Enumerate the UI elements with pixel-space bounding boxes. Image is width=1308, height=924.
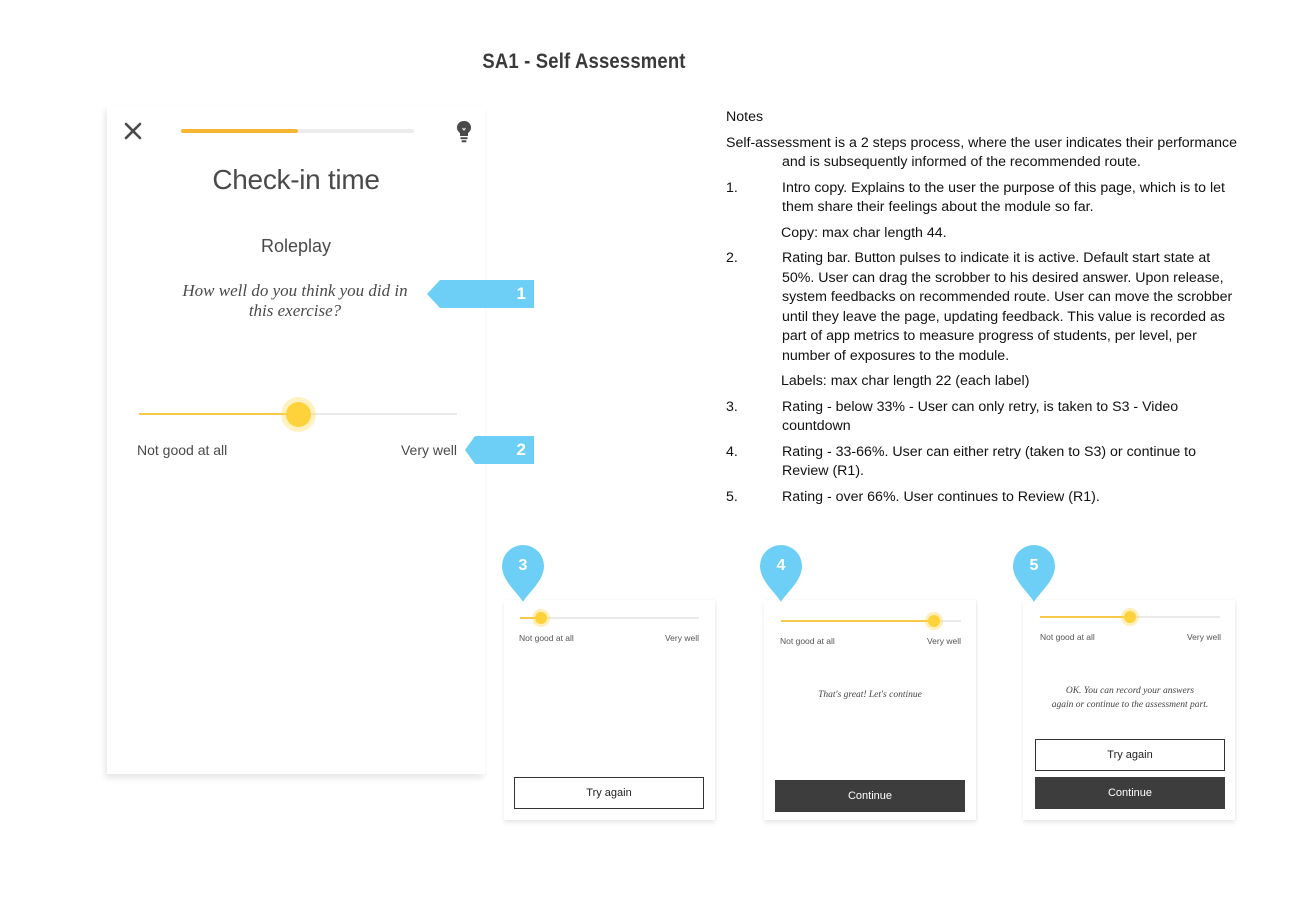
mini-slider-thumb[interactable] bbox=[928, 615, 940, 627]
question-text: How well do you think you did in this ex… bbox=[182, 281, 408, 320]
feedback-message-line: OK. You can record your answers bbox=[1065, 686, 1195, 696]
section-label: Roleplay bbox=[260, 236, 332, 256]
rating-slider-thumb[interactable] bbox=[285, 402, 311, 427]
callout-number: 4 bbox=[776, 557, 786, 574]
callout-number: 3 bbox=[518, 557, 528, 574]
note-number: 4. bbox=[726, 443, 738, 460]
mini-slider-fill bbox=[1040, 616, 1130, 618]
mini-label-right: Very well bbox=[664, 633, 699, 643]
callout-tag-2: 2 bbox=[465, 436, 534, 464]
mini-slider-thumb[interactable] bbox=[1124, 611, 1136, 623]
note-number: 2. bbox=[726, 250, 738, 266]
note-item: 5. Rating - over 66%. User continues to … bbox=[726, 488, 1246, 508]
continue-button[interactable]: Continue bbox=[775, 780, 965, 812]
continue-button[interactable]: Continue bbox=[1035, 777, 1225, 809]
callout-pin-5: 5 bbox=[1013, 545, 1055, 603]
mini-label-left: Not good at all bbox=[519, 633, 574, 643]
note-text: Rating - below 33% - User can only retry… bbox=[782, 398, 1179, 435]
rating-slider-fill bbox=[139, 413, 298, 415]
notes-panel: Notes Self-assessment is a 2 steps proce… bbox=[726, 108, 1246, 507]
notes-intro: Self-assessment is a 2 steps process, wh… bbox=[726, 134, 1237, 171]
mini-label-left: Not good at all bbox=[780, 636, 835, 646]
note-number: 5. bbox=[726, 488, 738, 505]
slider-label-left: Not good at all bbox=[137, 442, 228, 458]
note-item: 1. Intro copy. Explains to the user the … bbox=[726, 179, 1246, 218]
slider-label-right: Very well bbox=[400, 442, 457, 458]
mini-label-right: Very well bbox=[926, 636, 961, 646]
lightbulb-icon[interactable] bbox=[454, 119, 474, 145]
feedback-message-line: again or continue to the assessment part… bbox=[1051, 700, 1209, 710]
mini-label-right: Very well bbox=[1186, 632, 1221, 642]
feedback-message: OK. You can record your answers again or… bbox=[1025, 684, 1235, 712]
callout-number: 1 bbox=[516, 284, 526, 303]
callout-pin-3: 3 bbox=[502, 545, 544, 603]
callout-number: 5 bbox=[1029, 557, 1039, 574]
mini-label-left: Not good at all bbox=[1040, 632, 1095, 642]
callout-number: 2 bbox=[516, 440, 526, 459]
notes-heading: Notes bbox=[726, 109, 764, 125]
note-text: Intro copy. Explains to the user the pur… bbox=[782, 179, 1225, 216]
progress-bar-fill bbox=[181, 129, 298, 133]
note-item: 2. Rating bar. Button pulses to indicate… bbox=[726, 249, 1246, 366]
try-again-button[interactable]: Try again bbox=[514, 777, 704, 809]
main-screen-mockup bbox=[107, 106, 485, 774]
mini-slider-fill bbox=[781, 620, 934, 622]
note-item: 4. Rating - 33-66%. User can either retr… bbox=[726, 443, 1246, 482]
feedback-message: That's great! Let's continue bbox=[818, 690, 922, 700]
note-item: 3. Rating - below 33% - User can only re… bbox=[726, 398, 1246, 437]
note-text: Rating bar. Button pulses to indicate it… bbox=[782, 250, 1233, 364]
note-text: Rating - over 66%. User continues to Rev… bbox=[782, 488, 1100, 505]
page-title: SA1 - Self Assessment bbox=[482, 50, 686, 73]
note-text: Rating - 33-66%. User can either retry (… bbox=[782, 443, 1197, 480]
callout-pin-4: 4 bbox=[760, 545, 802, 603]
note-number: 3. bbox=[726, 398, 738, 415]
progress-bar bbox=[181, 129, 414, 133]
callout-tag-1: 1 bbox=[427, 280, 534, 308]
screen-title: Check-in time bbox=[212, 164, 380, 195]
try-again-button[interactable]: Try again bbox=[1035, 739, 1225, 771]
close-icon[interactable] bbox=[122, 120, 144, 142]
note-subtext: Labels: max char length 22 (each label) bbox=[781, 373, 1030, 389]
note-subtext: Copy: max char length 44. bbox=[781, 224, 947, 241]
note-number: 1. bbox=[726, 179, 738, 196]
